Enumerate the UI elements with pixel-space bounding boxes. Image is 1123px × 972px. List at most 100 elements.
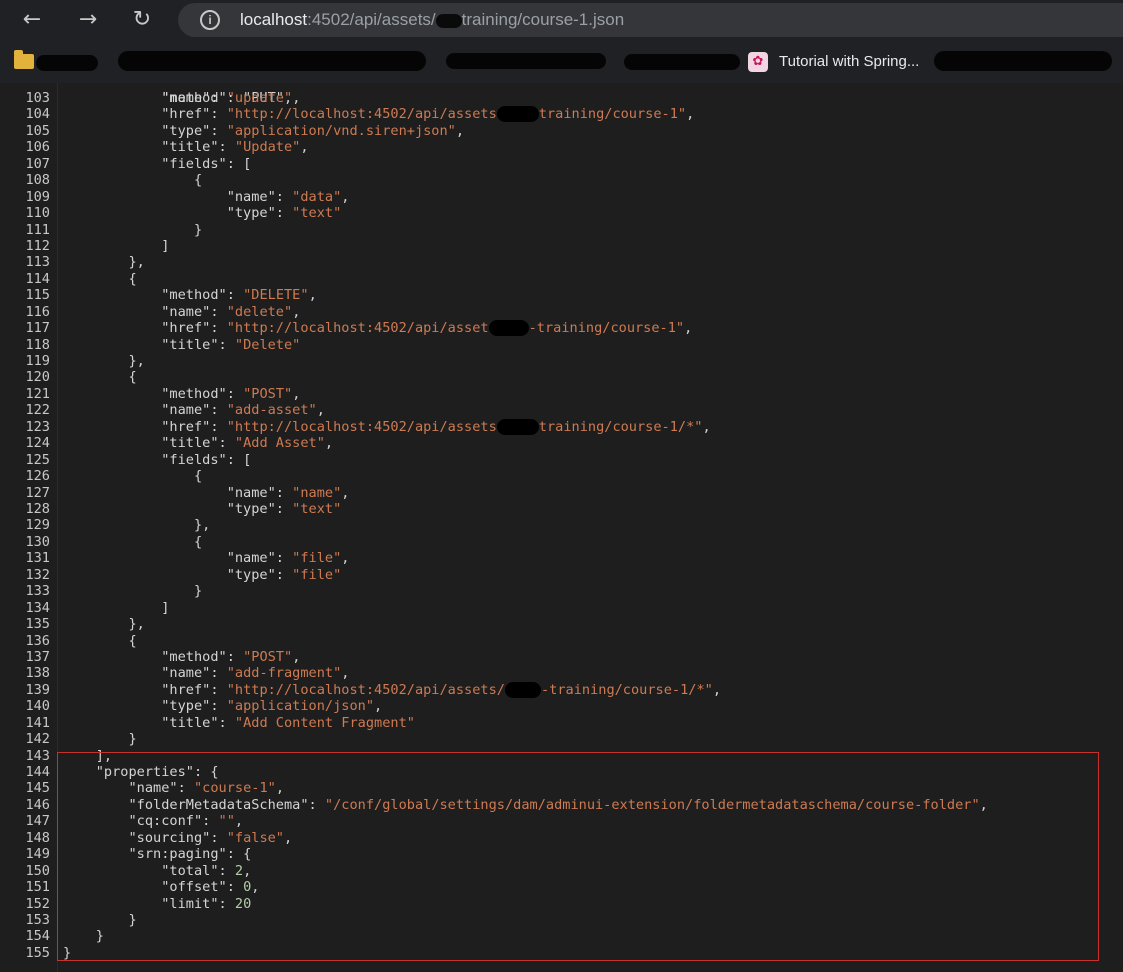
forward-arrow-icon[interactable]: → — [74, 6, 102, 34]
code-text: "name": "delete", — [63, 304, 300, 320]
code-text: }, — [63, 254, 145, 271]
url-path-end: training/course-1.json — [461, 10, 625, 29]
json-number: 2 — [234, 862, 244, 879]
json-punctuation: : { — [193, 764, 219, 781]
code-text: { — [63, 369, 137, 386]
json-punctuation — [63, 304, 161, 320]
redacted-bookmark[interactable] — [118, 51, 426, 71]
code-line: 119 }, — [0, 353, 1123, 369]
json-key: "name" — [161, 303, 211, 320]
json-string: "false" — [226, 829, 284, 846]
line-number: 134 — [25, 599, 50, 616]
url-text[interactable]: localhost:4502/api/assets/training/cours… — [240, 10, 624, 30]
line-number: 108 — [25, 172, 50, 189]
redacted-bookmark[interactable] — [934, 51, 1112, 71]
json-punctuation: : — [275, 550, 293, 567]
json-punctuation — [63, 780, 128, 796]
code-text: "cq:conf": "", — [63, 813, 243, 829]
line-number: 155 — [25, 944, 50, 961]
json-string: "name" — [292, 484, 342, 501]
code-text: { — [63, 271, 136, 287]
json-punctuation: : — [210, 829, 227, 846]
json-string: "file" — [292, 566, 342, 583]
json-punctuation: : — [210, 122, 227, 139]
json-punctuation — [63, 698, 161, 714]
address-bar[interactable]: i localhost:4502/api/assets/training/cou… — [178, 3, 1123, 37]
json-key: "total" — [161, 862, 219, 879]
json-punctuation: : — [202, 813, 219, 830]
json-punctuation — [63, 386, 161, 402]
json-punctuation: , — [300, 139, 309, 156]
line-number: 121 — [25, 385, 50, 402]
code-line: 132 "type": "file" — [0, 567, 1123, 583]
json-key: "href" — [161, 320, 211, 337]
json-punctuation: : — [275, 501, 293, 517]
json-viewer: "method": "PUT", 103 "name": "update", 10… — [0, 83, 1123, 972]
json-string: "POST" — [243, 385, 293, 402]
redacted-bookmark[interactable] — [36, 55, 98, 71]
json-punctuation — [63, 90, 161, 106]
json-punctuation: , — [979, 796, 988, 813]
line-number: 119 — [25, 353, 50, 370]
code-line: 137 "method": "POST", — [0, 649, 1123, 665]
json-string: "text" — [292, 205, 342, 222]
json-punctuation — [63, 139, 161, 155]
json-punctuation — [63, 665, 161, 681]
back-arrow-icon[interactable]: ← — [18, 6, 46, 34]
line-number: 131 — [25, 550, 50, 567]
code-line: 136 { — [0, 633, 1123, 649]
line-number: 122 — [25, 402, 50, 419]
json-punctuation — [63, 649, 161, 665]
json-key: "method" — [161, 287, 227, 304]
json-punctuation: , — [712, 681, 722, 698]
json-punctuation: , — [308, 287, 317, 304]
code-line: 133 } — [0, 583, 1123, 599]
json-punctuation — [63, 337, 161, 353]
code-text: "title": "Update", — [63, 139, 309, 156]
line-number: 147 — [25, 813, 50, 830]
json-punctuation: , — [374, 698, 383, 715]
json-punctuation: } — [63, 912, 137, 928]
json-string: training/course-1" — [538, 106, 687, 123]
json-punctuation: , — [292, 385, 301, 402]
redacted-bookmark[interactable] — [624, 54, 740, 70]
code-line: 104 "href": "http://localhost:4502/api/a… — [0, 106, 1123, 123]
line-number: 103 — [25, 90, 50, 106]
code-text: { — [63, 633, 136, 649]
json-punctuation — [63, 846, 128, 862]
json-punctuation — [63, 715, 161, 731]
line-number: 112 — [25, 237, 50, 254]
json-key: "fields" — [161, 451, 227, 468]
code-line: 109 "name": "data", — [0, 189, 1123, 205]
browser-toolbar: ← → ↻ i localhost:4502/api/assets/traini… — [0, 0, 1123, 40]
redaction-mark — [504, 681, 541, 698]
code-text: }, — [63, 517, 210, 533]
json-punctuation: : — [226, 287, 244, 304]
line-number: 123 — [25, 418, 50, 435]
json-punctuation: }, — [63, 254, 145, 271]
json-punctuation — [63, 830, 128, 846]
line-number: 140 — [25, 698, 50, 715]
code-line: 110 "type": "text" — [0, 205, 1123, 221]
line-number: 129 — [25, 517, 50, 534]
reload-icon[interactable]: ↻ — [128, 6, 156, 34]
code-line: 150 "total": 2, — [0, 863, 1123, 879]
code-text: "properties": { — [63, 764, 219, 780]
code-line: 139 "href": "http://localhost:4502/api/a… — [0, 681, 1123, 698]
json-punctuation — [63, 896, 161, 912]
json-punctuation: , — [292, 648, 301, 665]
code-text: "srn:paging": { — [63, 846, 251, 862]
json-punctuation: { — [63, 369, 137, 386]
json-punctuation: , — [243, 862, 252, 879]
line-number: 145 — [25, 780, 50, 797]
json-number: 20 — [234, 895, 252, 912]
redacted-bookmark[interactable] — [446, 53, 606, 69]
code-line: 131 "name": "file", — [0, 550, 1123, 566]
folder-icon[interactable] — [14, 50, 34, 69]
json-string: "delete" — [226, 303, 293, 320]
json-punctuation — [63, 682, 161, 698]
json-key: "srn:paging" — [128, 846, 227, 863]
code-line: 153 } — [0, 912, 1123, 928]
json-punctuation — [63, 485, 227, 501]
site-info-icon[interactable]: i — [200, 10, 220, 30]
